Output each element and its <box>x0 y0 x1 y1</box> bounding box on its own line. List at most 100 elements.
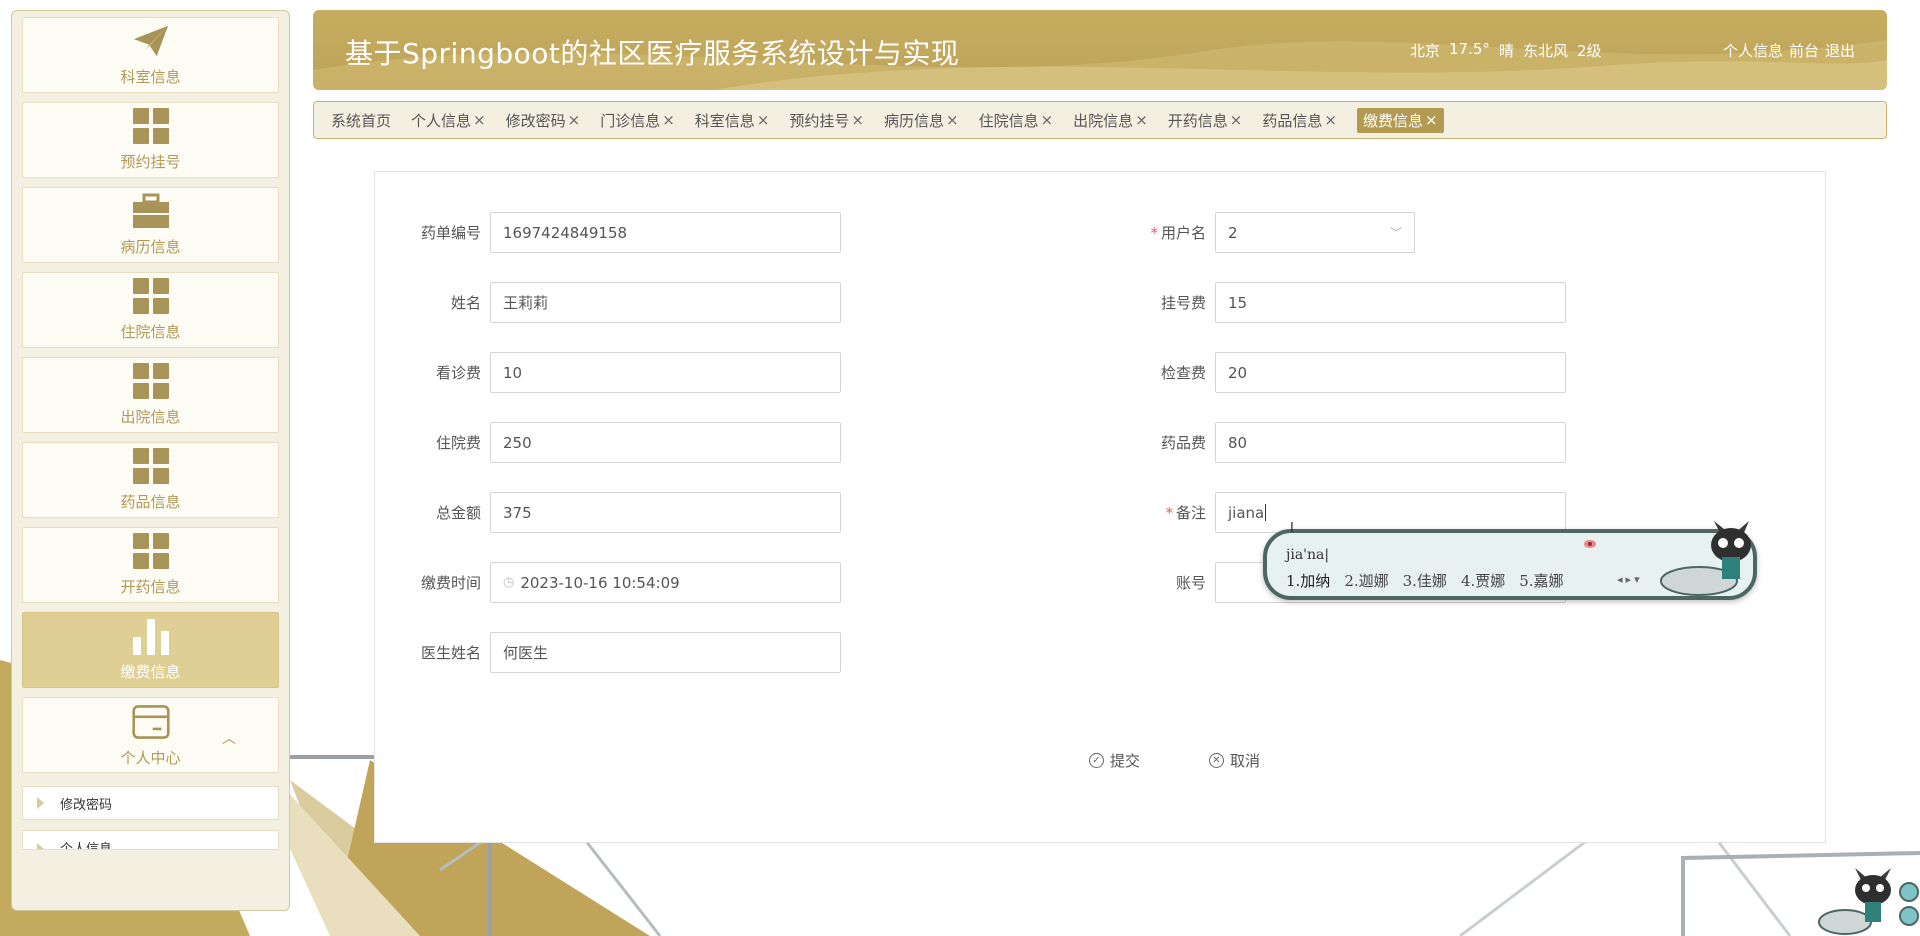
payment-form-card: 药单编号 1697424849158 姓名 王莉莉 看诊费 10 住院费 250… <box>374 171 1826 843</box>
field-label: 缴费时间 <box>420 574 481 592</box>
form-row-registration-fee: 挂号费 15 <box>1115 282 1566 323</box>
page-title: 基于Springboot的社区医疗服务系统设计与实现 <box>345 37 960 70</box>
personal-info-link[interactable]: 个人信息 <box>1723 40 1783 61</box>
tab-department[interactable]: 科室信息 × <box>695 110 770 131</box>
form-row-name: 姓名 王莉莉 <box>390 282 841 323</box>
tab-home[interactable]: 系统首页 <box>331 110 391 131</box>
tab-payment[interactable]: 缴费信息 × <box>1356 107 1444 133</box>
weather-temperature: 17.5° <box>1449 40 1490 58</box>
close-icon[interactable]: × <box>851 111 864 129</box>
examination-fee-input[interactable]: 20 <box>1215 352 1566 393</box>
field-label: 账号 <box>1175 574 1206 592</box>
sidebar-item-discharge[interactable]: 出院信息 <box>22 357 279 433</box>
sidebar-item-medical-record[interactable]: 病历信息 <box>22 187 279 263</box>
grid-icon <box>132 532 170 570</box>
ime-candidate[interactable]: 2.迦娜 <box>1344 570 1388 591</box>
close-icon[interactable]: × <box>568 111 581 129</box>
paper-plane-icon <box>132 22 170 60</box>
sidebar-item-department[interactable]: 科室信息 <box>22 17 279 93</box>
cancel-button[interactable]: ✕ 取消 <box>1209 750 1260 771</box>
top-header: 基于Springboot的社区医疗服务系统设计与实现 北京 17.5° 晴 东北… <box>313 10 1887 90</box>
field-label: 药品费 <box>1160 434 1206 452</box>
name-input[interactable]: 王莉莉 <box>490 282 841 323</box>
close-icon[interactable]: × <box>1135 111 1148 129</box>
sidebar-item-personal-center[interactable]: 个人中心 ︿ <box>22 697 279 773</box>
tab-label: 缴费信息 <box>1362 111 1423 130</box>
form-row-remark: * 备注 jiana <box>1115 492 1566 533</box>
clock-icon: ◷ <box>503 575 515 590</box>
ime-candidate-popup: jia'na| 1.加纳 2.迦娜 3.佳娜 4.贾娜 5.嘉娜 ◂ ▸ ▾ <box>1263 521 1757 600</box>
ime-expand-icon[interactable]: ▾ <box>1634 573 1640 586</box>
consultation-fee-input[interactable]: 10 <box>490 352 841 393</box>
hospitalization-fee-input[interactable]: 250 <box>490 422 841 463</box>
tab-hospitalization[interactable]: 住院信息 × <box>979 110 1054 131</box>
remark-input[interactable]: jiana <box>1215 492 1566 533</box>
ime-candidate[interactable]: 3.佳娜 <box>1403 570 1447 591</box>
close-icon[interactable]: × <box>1324 111 1337 129</box>
form-row-prescription-no: 药单编号 1697424849158 <box>390 212 841 253</box>
caret-right-icon <box>37 843 44 849</box>
close-circle-icon: ✕ <box>1209 753 1224 768</box>
total-amount-input[interactable]: 375 <box>490 492 841 533</box>
close-icon[interactable]: × <box>1425 111 1438 129</box>
sidebar-item-label: 住院信息 <box>120 323 181 341</box>
close-icon[interactable]: × <box>757 111 770 129</box>
field-label: 挂号费 <box>1160 294 1206 312</box>
username-select[interactable]: 2 ﹀ <box>1215 212 1415 253</box>
sidebar-item-prescription[interactable]: 开药信息 <box>22 527 279 603</box>
close-icon[interactable]: × <box>1041 111 1054 129</box>
tab-discharge[interactable]: 出院信息 × <box>1073 110 1148 131</box>
tab-label: 病历信息 <box>883 111 944 130</box>
tab-label: 个人信息 <box>411 111 472 130</box>
tab-medicine[interactable]: 药品信息 × <box>1262 110 1337 131</box>
sidebar-item-medicine[interactable]: 药品信息 <box>22 442 279 518</box>
sidebar-item-label: 出院信息 <box>120 408 181 426</box>
medicine-fee-input[interactable]: 80 <box>1215 422 1566 463</box>
ime-prev-icon[interactable]: ◂ <box>1617 573 1623 586</box>
tab-label: 开药信息 <box>1167 111 1228 130</box>
payment-time-value: 2023-10-16 10:54:09 <box>520 573 680 592</box>
frontend-link[interactable]: 前台 <box>1789 40 1819 61</box>
ime-candidate[interactable]: 1.加纳 <box>1286 570 1330 591</box>
doctor-name-input[interactable]: 何医生 <box>490 632 841 673</box>
sidebar-item-appointment[interactable]: 预约挂号 <box>22 102 279 178</box>
tab-prescription[interactable]: 开药信息 × <box>1168 110 1243 131</box>
submenu-item-personal-info[interactable]: 个人信息 <box>22 830 279 850</box>
submenu-item-label: 个人信息 <box>60 842 113 850</box>
grid-icon <box>132 277 170 315</box>
sidebar-item-hospitalization[interactable]: 住院信息 <box>22 272 279 348</box>
tab-change-password[interactable]: 修改密码 × <box>506 110 581 131</box>
ime-candidate[interactable]: 5.嘉娜 <box>1519 570 1563 591</box>
sidebar-item-payment[interactable]: 缴费信息 <box>22 612 279 688</box>
tab-label: 系统首页 <box>331 111 392 130</box>
ime-composition-text: jia'na <box>1286 547 1325 563</box>
tab-medical-record[interactable]: 病历信息 × <box>884 110 959 131</box>
close-icon[interactable]: × <box>473 111 486 129</box>
registration-fee-input[interactable]: 15 <box>1215 282 1566 323</box>
tab-label: 住院信息 <box>978 111 1039 130</box>
chevron-up-icon[interactable]: ︿ <box>222 728 236 748</box>
cancel-button-label: 取消 <box>1230 752 1261 770</box>
tab-outpatient[interactable]: 门诊信息 × <box>600 110 675 131</box>
required-mark: * <box>1150 224 1158 242</box>
field-label: * 用户名 <box>1115 222 1215 243</box>
sidebar-item-label: 科室信息 <box>120 68 181 86</box>
prescription-number-input[interactable]: 1697424849158 <box>490 212 841 253</box>
tab-personal-info[interactable]: 个人信息 × <box>411 110 486 131</box>
submit-button[interactable]: ✓ 提交 <box>1089 750 1140 771</box>
close-icon[interactable]: × <box>662 111 675 129</box>
field-label: 检查费 <box>1160 364 1206 382</box>
form-row-payment-time: 缴费时间 ◷ 2023-10-16 10:54:09 <box>390 562 841 603</box>
submenu-item-change-password[interactable]: 修改密码 <box>22 786 279 820</box>
logout-link[interactable]: 退出 <box>1825 40 1855 61</box>
ime-next-icon[interactable]: ▸ <box>1626 573 1632 586</box>
ime-candidate[interactable]: 4.贾娜 <box>1461 570 1505 591</box>
close-icon[interactable]: × <box>946 111 959 129</box>
payment-time-input[interactable]: ◷ 2023-10-16 10:54:09 <box>490 562 841 603</box>
close-icon[interactable]: × <box>1230 111 1243 129</box>
tab-label: 出院信息 <box>1073 111 1134 130</box>
form-row-doctor-name: 医生姓名 何医生 <box>390 632 841 673</box>
field-label: 药单编号 <box>420 224 481 242</box>
field-label: 看诊费 <box>435 364 481 382</box>
tab-appointment[interactable]: 预约挂号 × <box>789 110 864 131</box>
